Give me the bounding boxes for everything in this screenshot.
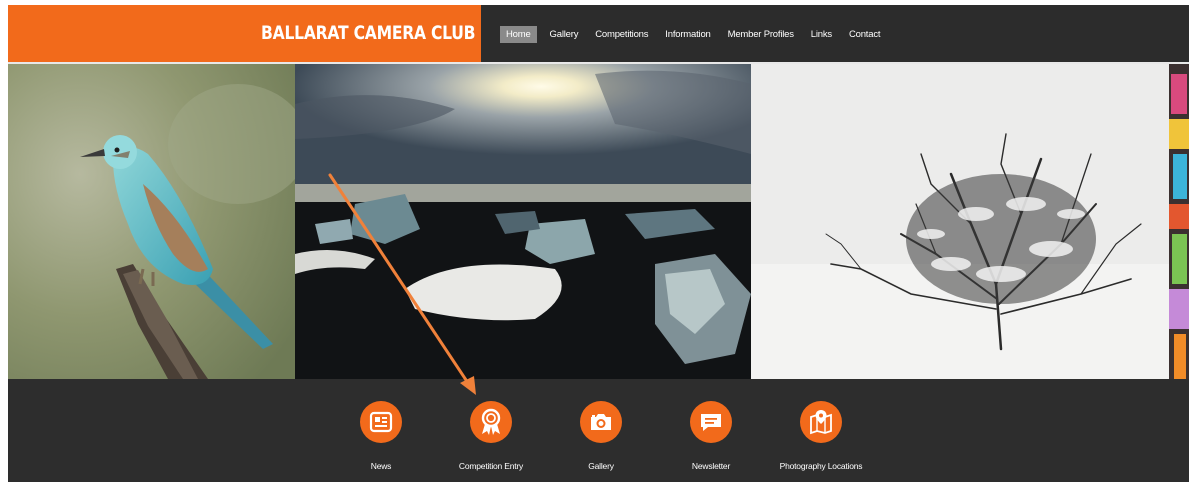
site-title[interactable]: BALLARAT CAMERA CLUB <box>261 22 476 44</box>
nav-gallery[interactable]: Gallery <box>546 26 583 43</box>
snowy-bush-photo[interactable] <box>751 64 1169 379</box>
quick-link-label[interactable]: Photography Locations <box>761 461 881 471</box>
nav-member-profiles[interactable]: Member Profiles <box>724 26 798 43</box>
nav-links[interactable]: Links <box>807 26 836 43</box>
ice-beach-photo[interactable] <box>295 64 751 379</box>
nav-home[interactable]: Home <box>500 26 537 43</box>
main-nav: Home Gallery Competitions Information Me… <box>500 26 893 43</box>
chat-bubble-icon[interactable] <box>690 401 732 443</box>
brand-block[interactable]: BALLARAT CAMERA CLUB <box>8 5 481 62</box>
bird-photo[interactable] <box>8 64 295 379</box>
page-frame: BALLARAT CAMERA CLUB Home Gallery Compet… <box>8 5 1189 482</box>
map-pin-icon[interactable] <box>800 401 842 443</box>
camera-icon[interactable] <box>580 401 622 443</box>
news-icon[interactable] <box>360 401 402 443</box>
site-header: BALLARAT CAMERA CLUB Home Gallery Compet… <box>8 5 1189 62</box>
quick-links-band: News Competition Entry Gallery Newslette… <box>8 379 1189 482</box>
nav-contact[interactable]: Contact <box>845 26 884 43</box>
quick-link-label[interactable]: Newsletter <box>651 461 771 471</box>
nav-information[interactable]: Information <box>661 26 714 43</box>
graffiti-photo[interactable] <box>1169 64 1189 379</box>
hero-gallery <box>8 64 1189 379</box>
nav-competitions[interactable]: Competitions <box>591 26 652 43</box>
award-ribbon-icon[interactable] <box>470 401 512 443</box>
quick-link-label[interactable]: Competition Entry <box>431 461 551 471</box>
quick-link-label[interactable]: News <box>321 461 441 471</box>
quick-link-label[interactable]: Gallery <box>541 461 661 471</box>
